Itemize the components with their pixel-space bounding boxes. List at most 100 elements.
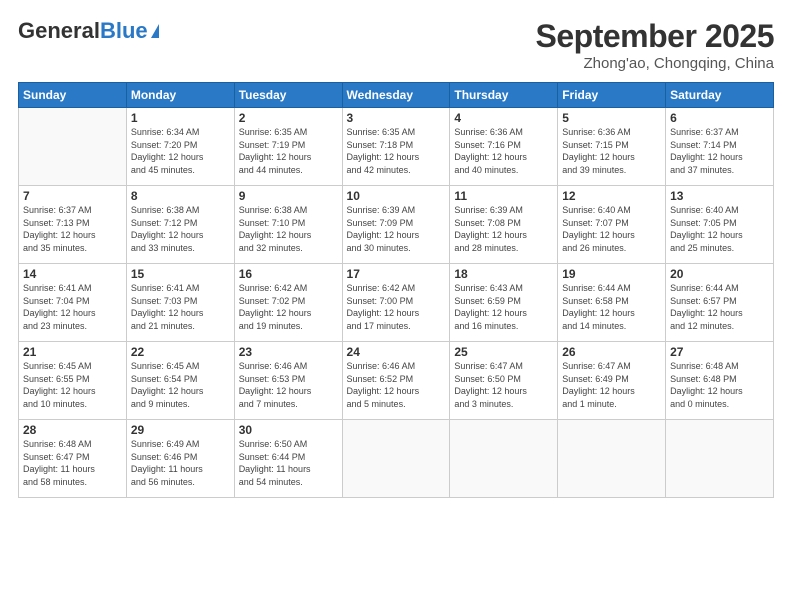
day-number: 12 bbox=[562, 189, 661, 203]
day-number: 29 bbox=[131, 423, 230, 437]
day-number: 14 bbox=[23, 267, 122, 281]
table-row bbox=[558, 420, 666, 498]
calendar-week-row: 1Sunrise: 6:34 AM Sunset: 7:20 PM Daylig… bbox=[19, 108, 774, 186]
day-number: 19 bbox=[562, 267, 661, 281]
day-info: Sunrise: 6:48 AM Sunset: 6:48 PM Dayligh… bbox=[670, 360, 769, 410]
day-info: Sunrise: 6:34 AM Sunset: 7:20 PM Dayligh… bbox=[131, 126, 230, 176]
day-info: Sunrise: 6:36 AM Sunset: 7:15 PM Dayligh… bbox=[562, 126, 661, 176]
calendar-title: September 2025 bbox=[536, 18, 774, 55]
day-info: Sunrise: 6:37 AM Sunset: 7:13 PM Dayligh… bbox=[23, 204, 122, 254]
table-row: 22Sunrise: 6:45 AM Sunset: 6:54 PM Dayli… bbox=[126, 342, 234, 420]
day-number: 7 bbox=[23, 189, 122, 203]
table-row: 26Sunrise: 6:47 AM Sunset: 6:49 PM Dayli… bbox=[558, 342, 666, 420]
table-row: 20Sunrise: 6:44 AM Sunset: 6:57 PM Dayli… bbox=[666, 264, 774, 342]
table-row: 4Sunrise: 6:36 AM Sunset: 7:16 PM Daylig… bbox=[450, 108, 558, 186]
day-info: Sunrise: 6:37 AM Sunset: 7:14 PM Dayligh… bbox=[670, 126, 769, 176]
table-row: 8Sunrise: 6:38 AM Sunset: 7:12 PM Daylig… bbox=[126, 186, 234, 264]
day-info: Sunrise: 6:39 AM Sunset: 7:09 PM Dayligh… bbox=[347, 204, 446, 254]
day-info: Sunrise: 6:49 AM Sunset: 6:46 PM Dayligh… bbox=[131, 438, 230, 488]
table-row: 2Sunrise: 6:35 AM Sunset: 7:19 PM Daylig… bbox=[234, 108, 342, 186]
day-info: Sunrise: 6:41 AM Sunset: 7:04 PM Dayligh… bbox=[23, 282, 122, 332]
day-number: 27 bbox=[670, 345, 769, 359]
table-row: 1Sunrise: 6:34 AM Sunset: 7:20 PM Daylig… bbox=[126, 108, 234, 186]
table-row bbox=[342, 420, 450, 498]
table-row: 14Sunrise: 6:41 AM Sunset: 7:04 PM Dayli… bbox=[19, 264, 127, 342]
table-row: 11Sunrise: 6:39 AM Sunset: 7:08 PM Dayli… bbox=[450, 186, 558, 264]
day-info: Sunrise: 6:38 AM Sunset: 7:12 PM Dayligh… bbox=[131, 204, 230, 254]
day-info: Sunrise: 6:36 AM Sunset: 7:16 PM Dayligh… bbox=[454, 126, 553, 176]
table-row bbox=[450, 420, 558, 498]
day-info: Sunrise: 6:45 AM Sunset: 6:54 PM Dayligh… bbox=[131, 360, 230, 410]
day-info: Sunrise: 6:47 AM Sunset: 6:50 PM Dayligh… bbox=[454, 360, 553, 410]
day-info: Sunrise: 6:47 AM Sunset: 6:49 PM Dayligh… bbox=[562, 360, 661, 410]
day-info: Sunrise: 6:42 AM Sunset: 7:00 PM Dayligh… bbox=[347, 282, 446, 332]
day-info: Sunrise: 6:48 AM Sunset: 6:47 PM Dayligh… bbox=[23, 438, 122, 488]
day-info: Sunrise: 6:35 AM Sunset: 7:18 PM Dayligh… bbox=[347, 126, 446, 176]
table-row: 15Sunrise: 6:41 AM Sunset: 7:03 PM Dayli… bbox=[126, 264, 234, 342]
calendar-week-row: 28Sunrise: 6:48 AM Sunset: 6:47 PM Dayli… bbox=[19, 420, 774, 498]
calendar-table: Sunday Monday Tuesday Wednesday Thursday… bbox=[18, 82, 774, 498]
day-number: 6 bbox=[670, 111, 769, 125]
day-number: 3 bbox=[347, 111, 446, 125]
day-info: Sunrise: 6:46 AM Sunset: 6:53 PM Dayligh… bbox=[239, 360, 338, 410]
day-info: Sunrise: 6:44 AM Sunset: 6:58 PM Dayligh… bbox=[562, 282, 661, 332]
day-number: 2 bbox=[239, 111, 338, 125]
day-number: 25 bbox=[454, 345, 553, 359]
table-row: 3Sunrise: 6:35 AM Sunset: 7:18 PM Daylig… bbox=[342, 108, 450, 186]
day-number: 21 bbox=[23, 345, 122, 359]
col-tuesday: Tuesday bbox=[234, 83, 342, 108]
logo-triangle-icon bbox=[151, 24, 159, 38]
day-info: Sunrise: 6:41 AM Sunset: 7:03 PM Dayligh… bbox=[131, 282, 230, 332]
col-sunday: Sunday bbox=[19, 83, 127, 108]
table-row: 18Sunrise: 6:43 AM Sunset: 6:59 PM Dayli… bbox=[450, 264, 558, 342]
col-friday: Friday bbox=[558, 83, 666, 108]
day-number: 26 bbox=[562, 345, 661, 359]
day-info: Sunrise: 6:46 AM Sunset: 6:52 PM Dayligh… bbox=[347, 360, 446, 410]
day-number: 11 bbox=[454, 189, 553, 203]
table-row: 29Sunrise: 6:49 AM Sunset: 6:46 PM Dayli… bbox=[126, 420, 234, 498]
calendar-subtitle: Zhong'ao, Chongqing, China bbox=[536, 55, 774, 72]
day-info: Sunrise: 6:42 AM Sunset: 7:02 PM Dayligh… bbox=[239, 282, 338, 332]
header: General Blue September 2025 Zhong'ao, Ch… bbox=[18, 18, 774, 72]
day-info: Sunrise: 6:35 AM Sunset: 7:19 PM Dayligh… bbox=[239, 126, 338, 176]
day-info: Sunrise: 6:44 AM Sunset: 6:57 PM Dayligh… bbox=[670, 282, 769, 332]
day-number: 18 bbox=[454, 267, 553, 281]
day-info: Sunrise: 6:45 AM Sunset: 6:55 PM Dayligh… bbox=[23, 360, 122, 410]
day-info: Sunrise: 6:39 AM Sunset: 7:08 PM Dayligh… bbox=[454, 204, 553, 254]
col-wednesday: Wednesday bbox=[342, 83, 450, 108]
day-number: 1 bbox=[131, 111, 230, 125]
day-number: 9 bbox=[239, 189, 338, 203]
table-row: 12Sunrise: 6:40 AM Sunset: 7:07 PM Dayli… bbox=[558, 186, 666, 264]
day-number: 30 bbox=[239, 423, 338, 437]
day-info: Sunrise: 6:40 AM Sunset: 7:05 PM Dayligh… bbox=[670, 204, 769, 254]
table-row: 6Sunrise: 6:37 AM Sunset: 7:14 PM Daylig… bbox=[666, 108, 774, 186]
day-number: 15 bbox=[131, 267, 230, 281]
table-row: 17Sunrise: 6:42 AM Sunset: 7:00 PM Dayli… bbox=[342, 264, 450, 342]
title-block: September 2025 Zhong'ao, Chongqing, Chin… bbox=[536, 18, 774, 72]
page: General Blue September 2025 Zhong'ao, Ch… bbox=[0, 0, 792, 612]
table-row bbox=[666, 420, 774, 498]
table-row: 13Sunrise: 6:40 AM Sunset: 7:05 PM Dayli… bbox=[666, 186, 774, 264]
day-number: 20 bbox=[670, 267, 769, 281]
day-info: Sunrise: 6:40 AM Sunset: 7:07 PM Dayligh… bbox=[562, 204, 661, 254]
table-row: 5Sunrise: 6:36 AM Sunset: 7:15 PM Daylig… bbox=[558, 108, 666, 186]
table-row: 30Sunrise: 6:50 AM Sunset: 6:44 PM Dayli… bbox=[234, 420, 342, 498]
day-number: 28 bbox=[23, 423, 122, 437]
day-number: 13 bbox=[670, 189, 769, 203]
day-number: 17 bbox=[347, 267, 446, 281]
day-number: 23 bbox=[239, 345, 338, 359]
table-row bbox=[19, 108, 127, 186]
table-row: 28Sunrise: 6:48 AM Sunset: 6:47 PM Dayli… bbox=[19, 420, 127, 498]
day-number: 4 bbox=[454, 111, 553, 125]
day-number: 24 bbox=[347, 345, 446, 359]
day-number: 10 bbox=[347, 189, 446, 203]
day-number: 8 bbox=[131, 189, 230, 203]
day-number: 16 bbox=[239, 267, 338, 281]
logo-general-text: General bbox=[18, 18, 100, 44]
table-row: 19Sunrise: 6:44 AM Sunset: 6:58 PM Dayli… bbox=[558, 264, 666, 342]
calendar-header-row: Sunday Monday Tuesday Wednesday Thursday… bbox=[19, 83, 774, 108]
col-thursday: Thursday bbox=[450, 83, 558, 108]
day-number: 22 bbox=[131, 345, 230, 359]
logo: General Blue bbox=[18, 18, 159, 44]
table-row: 9Sunrise: 6:38 AM Sunset: 7:10 PM Daylig… bbox=[234, 186, 342, 264]
